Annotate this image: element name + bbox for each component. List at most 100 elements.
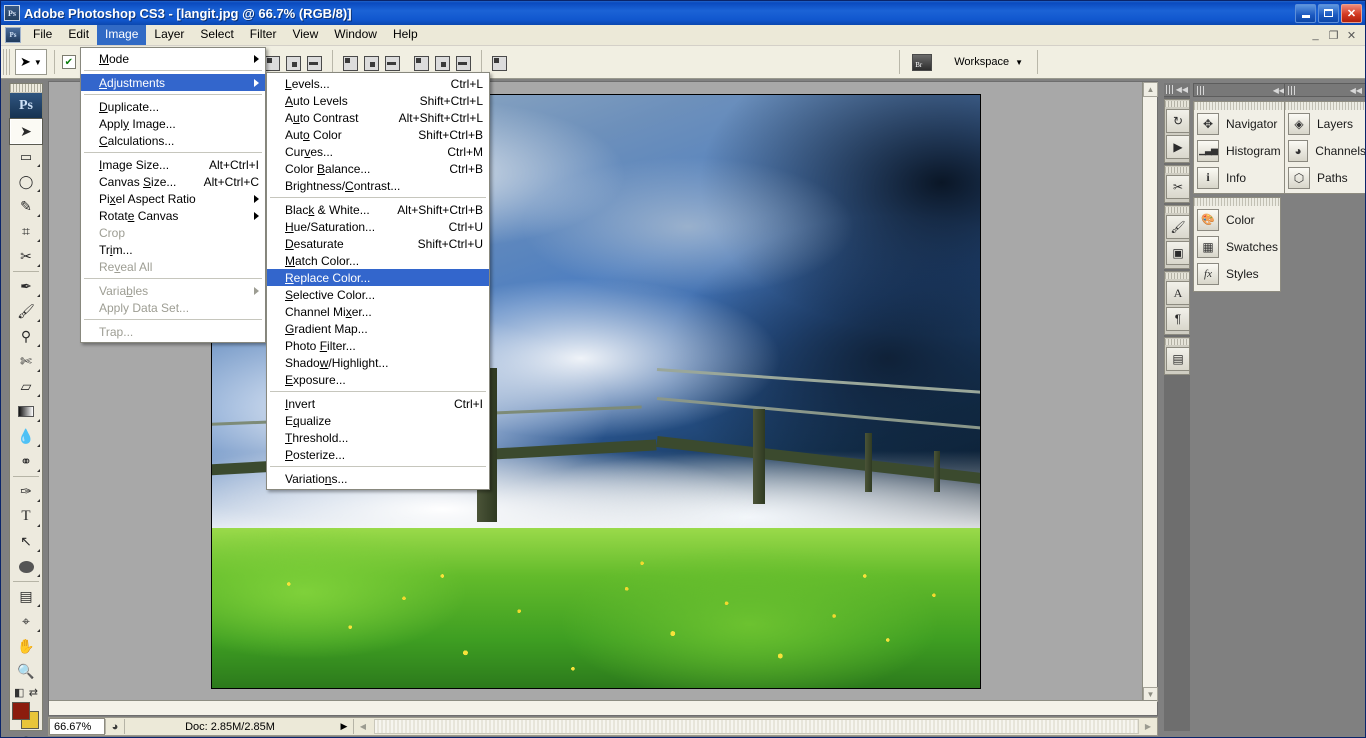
menu-help[interactable]: Help	[385, 25, 426, 45]
image-menu-dropdown[interactable]: Mode Adjustments Duplicate... Apply Image..…	[80, 47, 266, 343]
layers-dock-grip[interactable]: ◀◀	[1284, 83, 1365, 97]
tool-history-brush[interactable]: ✄	[10, 349, 42, 374]
adjustments-submenu-dropdown[interactable]: Levels... Ctrl+L Auto Levels Shift+Ctrl+L Au…	[266, 72, 490, 490]
adjustments-menu-item-auto-color[interactable]: Auto Color Shift+Ctrl+B	[267, 126, 489, 143]
chevron-down-icon[interactable]: ▼	[34, 58, 42, 67]
adjustments-menu-item-equalize[interactable]: Equalize	[267, 412, 489, 429]
tool-healing-brush[interactable]: ✒	[10, 274, 42, 299]
paragraph-panel-icon[interactable]: ¶	[1166, 307, 1190, 331]
close-button[interactable]: ✕	[1341, 3, 1362, 23]
panel-tab-navigator[interactable]: ✥ Navigator	[1194, 110, 1288, 137]
align-horizontal-centers-button[interactable]	[285, 54, 302, 71]
tool-horizontal-type[interactable]: T	[10, 504, 42, 529]
tool-pen[interactable]: ✑	[10, 479, 42, 504]
distribute-link-button[interactable]	[491, 54, 508, 71]
collapse-chevron-icon[interactable]: ◀◀	[1176, 85, 1188, 94]
doc-restore-button[interactable]: ❐	[1326, 28, 1341, 42]
distribute-top-edges-button[interactable]	[342, 54, 359, 71]
tool-blur[interactable]: 💧	[10, 424, 42, 449]
adjustments-menu-item-invert[interactable]: Invert Ctrl+I	[267, 395, 489, 412]
tool-clone-stamp[interactable]: ⚲	[10, 324, 42, 349]
scroll-up-button[interactable]: ▲	[1143, 82, 1158, 97]
image-menu-item-mode[interactable]: Mode	[81, 50, 265, 67]
tool-brush[interactable]: 🖌	[10, 299, 42, 324]
toolbox-grip[interactable]	[10, 84, 42, 93]
character-panel-icon[interactable]: A	[1166, 281, 1190, 305]
image-menu-item-apply-image[interactable]: Apply Image...	[81, 115, 265, 132]
group-grip[interactable]	[1165, 273, 1189, 279]
workspace-button[interactable]: Workspace ▼	[954, 56, 1023, 68]
image-menu-item-canvas-size[interactable]: Canvas Size... Alt+Ctrl+C	[81, 173, 265, 190]
distribute-left-edges-button[interactable]	[413, 54, 430, 71]
adjustments-menu-item-photo-filter[interactable]: Photo Filter...	[267, 337, 489, 354]
panel-group-grip[interactable]	[1194, 198, 1280, 206]
tool-eyedropper[interactable]: ⌖	[10, 609, 42, 634]
dock-grip[interactable]: ◀◀	[1164, 83, 1190, 97]
group-grip[interactable]	[1165, 101, 1189, 107]
group-grip[interactable]	[1165, 207, 1189, 213]
tool-preset-picker[interactable]: ➤ ▼	[15, 49, 47, 75]
go-to-bridge-icon[interactable]: Br	[912, 53, 933, 71]
tool-notes[interactable]: ▤	[10, 584, 42, 609]
menu-view[interactable]: View	[284, 25, 326, 45]
menubar-app-icon[interactable]: Ps	[5, 27, 21, 43]
image-menu-item-calculations[interactable]: Calculations...	[81, 132, 265, 149]
adjustments-menu-item-levels[interactable]: Levels... Ctrl+L	[267, 75, 489, 92]
distribute-bottom-edges-button[interactable]	[384, 54, 401, 71]
image-menu-item-duplicate[interactable]: Duplicate...	[81, 98, 265, 115]
default-colors-icon[interactable]: ◧	[14, 686, 24, 699]
swap-colors-icon[interactable]: ⇄	[29, 686, 38, 699]
maximize-button[interactable]	[1318, 3, 1339, 23]
panel-group-grip[interactable]	[1285, 102, 1365, 110]
tool-lasso[interactable]: ◯	[10, 169, 42, 194]
adjustments-menu-item-threshold[interactable]: Threshold...	[267, 429, 489, 446]
tool-magic-wand[interactable]: ✎	[10, 194, 42, 219]
panel-tab-layers[interactable]: ◈ Layers	[1285, 110, 1365, 137]
adjustments-menu-item-selective-color[interactable]: Selective Color...	[267, 286, 489, 303]
panel-group-grip[interactable]	[1194, 102, 1288, 110]
distribute-right-edges-button[interactable]	[455, 54, 472, 71]
adjustments-menu-item-shadow-highlight[interactable]: Shadow/Highlight...	[267, 354, 489, 371]
menu-select[interactable]: Select	[192, 25, 241, 45]
doc-minimize-button[interactable]: _	[1308, 28, 1323, 42]
preview-icon[interactable]: ◕	[106, 718, 124, 735]
status-scroll-strip[interactable]	[374, 719, 1139, 734]
collapse-chevron-icon[interactable]: ◀◀	[1350, 86, 1362, 95]
brushes-panel-icon[interactable]: 🖌	[1166, 215, 1190, 239]
status-more-button[interactable]: ▶	[335, 718, 353, 735]
menu-window[interactable]: Window	[326, 25, 385, 45]
tool-ellipse-shape[interactable]	[10, 554, 42, 579]
history-panel-icon[interactable]: ↻	[1166, 109, 1190, 133]
adjustments-menu-item-brightness-contrast[interactable]: Brightness/Contrast...	[267, 177, 489, 194]
adjustments-menu-item-color-balance[interactable]: Color Balance... Ctrl+B	[267, 160, 489, 177]
adjustments-menu-item-exposure[interactable]: Exposure...	[267, 371, 489, 388]
panel-tab-swatches[interactable]: ▦ Swatches	[1194, 233, 1280, 260]
canvas-horizontal-scrollbar[interactable]	[49, 700, 1157, 715]
menu-layer[interactable]: Layer	[146, 25, 192, 45]
adjustments-menu-item-hue-saturation[interactable]: Hue/Saturation... Ctrl+U	[267, 218, 489, 235]
tool-move[interactable]: ➤	[9, 118, 43, 145]
adjustments-menu-item-auto-levels[interactable]: Auto Levels Shift+Ctrl+L	[267, 92, 489, 109]
tool-rectangular-marquee[interactable]: ▭	[10, 144, 42, 169]
group-grip[interactable]	[1165, 339, 1189, 345]
doc-close-button[interactable]: ✕	[1344, 28, 1359, 42]
menu-edit[interactable]: Edit	[60, 25, 97, 45]
canvas-vertical-scrollbar[interactable]: ▲ ▼	[1142, 82, 1158, 702]
menu-filter[interactable]: Filter	[242, 25, 285, 45]
tool-dodge[interactable]: ⚭	[10, 449, 42, 474]
adjustments-menu-item-variations[interactable]: Variations...	[267, 470, 489, 487]
adjustments-menu-item-black-white[interactable]: Black & White... Alt+Shift+Ctrl+B	[267, 201, 489, 218]
image-menu-item-trim[interactable]: Trim...	[81, 241, 265, 258]
tool-zoom[interactable]: 🔍	[10, 659, 42, 684]
panel-tab-histogram[interactable]: ▁▃▅ Histogram	[1194, 137, 1288, 164]
panel-tab-info[interactable]: i Info	[1194, 164, 1288, 191]
status-right-arrow[interactable]: ▶	[1139, 718, 1157, 735]
adjustments-menu-item-auto-contrast[interactable]: Auto Contrast Alt+Shift+Ctrl+L	[267, 109, 489, 126]
navigator-dock-grip[interactable]: ◀◀	[1193, 83, 1289, 97]
align-left-edges-button[interactable]	[264, 54, 281, 71]
panel-tab-channels[interactable]: ◕ Channels	[1285, 137, 1365, 164]
adjustments-menu-item-match-color[interactable]: Match Color...	[267, 252, 489, 269]
tool-eraser[interactable]: ▱	[10, 374, 42, 399]
panel-tab-styles[interactable]: fx Styles	[1194, 260, 1280, 287]
tool-path-selection[interactable]: ↖	[10, 529, 42, 554]
